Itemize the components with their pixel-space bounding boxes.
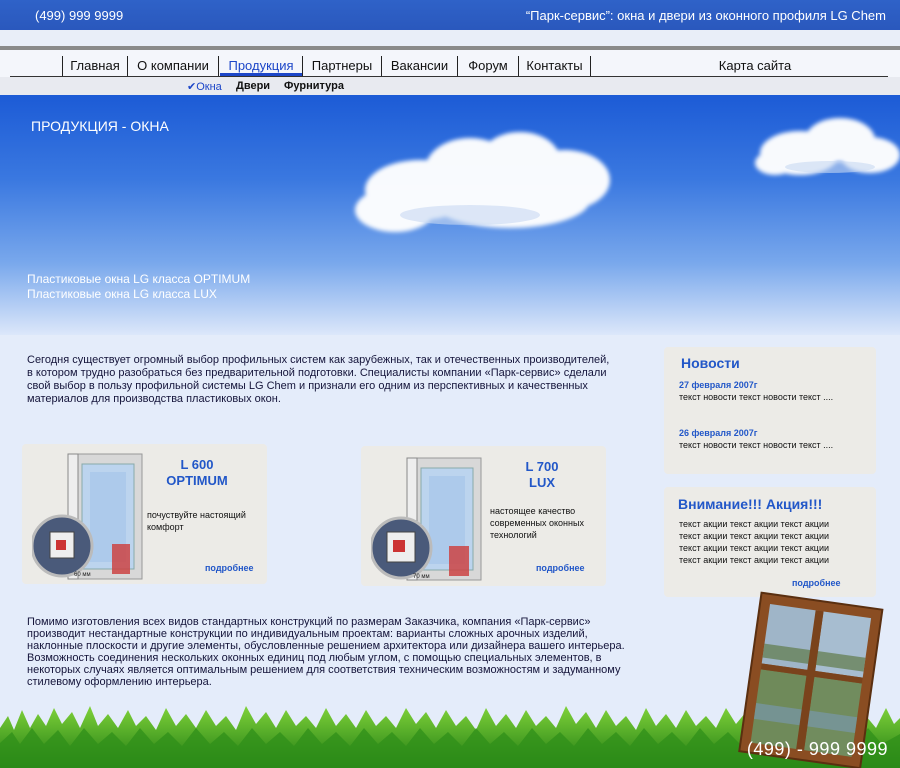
promo-text-line: текст акции текст акции текст акции [679,543,830,553]
promo-title: Внимание!!! Акция!!! [678,496,823,512]
nav-item-contacts[interactable]: Контакты [519,56,590,76]
news-text: текст новости текст новости текст .... [679,392,834,402]
nav-item-home[interactable]: Главная [63,56,127,76]
nav-item-vacancies[interactable]: Вакансии [382,56,457,76]
product-title: L 600 OPTIMUM [152,457,242,489]
nav-separator [218,56,219,76]
top-bar: (499) 999 9999 “Парк-сервис”: окна и две… [0,0,900,30]
promo-text-line: текст акции текст акции текст акции [679,555,830,565]
window-profile-image: 60 мм [32,453,143,580]
nav-item-about[interactable]: О компании [128,56,218,76]
nav-separator [590,56,591,76]
nav-item-products[interactable]: Продукция [220,56,302,76]
nav-item-sitemap[interactable]: Карта сайта [700,56,810,76]
subnav-item-doors[interactable]: Двери [236,80,270,92]
promo-more-link[interactable]: подробнее [792,578,841,588]
header-gap [0,30,900,46]
news-title: Новости [681,355,740,371]
profile-dimension-label: 60 мм [74,572,91,578]
header-tagline: “Парк-сервис”: окна и двери из оконного … [525,8,886,23]
nav-item-partners[interactable]: Партнеры [303,56,381,76]
product-card-optimum: 60 мм L 600 OPTIMUM почуствуйте настоящи… [22,444,267,584]
subnav-item-hardware[interactable]: Фурнитура [284,80,344,92]
profile-dimension-label: 70 мм [413,574,430,580]
hero-link-lux[interactable]: Пластиковые окна LG класса LUX [27,287,217,301]
product-title-class: OPTIMUM [166,473,228,488]
footer-phone: (499) - 999 9999 [746,739,888,759]
sub-nav [0,77,900,95]
product-title-model: L 600 [180,457,214,472]
nav-item-forum[interactable]: Форум [458,56,518,76]
product-title-model: L 700 [525,459,559,474]
intro-text: Сегодня существует огромный выбор профил… [27,354,610,405]
product-title: L 700 LUX [497,459,587,491]
news-date[interactable]: 26 февраля 2007г [679,428,758,438]
promo-text-line: текст акции текст акции текст акции [679,519,830,529]
promo-text-line: текст акции текст акции текст акции [679,531,830,541]
window-profile-image: 70 мм [371,457,482,581]
product-card-lux: 70 мм L 700 LUX настоящее качество совре… [361,446,606,586]
product-title-class: LUX [529,475,555,490]
product-more-link[interactable]: подробнее [205,563,254,573]
product-description: настоящее качество современных оконных т… [490,506,584,540]
bottom-description: Помимо изготовления всех видов стандартн… [27,616,625,688]
page-title: ПРОДУКЦИЯ - ОКНА [31,118,169,134]
hero-link-optimum[interactable]: Пластиковые окна LG класса OPTIMUM [27,272,250,286]
news-text: текст новости текст новости текст .... [679,440,834,450]
product-more-link[interactable]: подробнее [536,563,585,573]
subnav-item-windows[interactable]: ✔Окна [187,80,222,93]
header-phone: (499) 999 9999 [35,8,124,23]
product-description: почуствуйте настоящий комфорт [147,510,246,532]
news-date[interactable]: 27 февраля 2007г [679,380,758,390]
